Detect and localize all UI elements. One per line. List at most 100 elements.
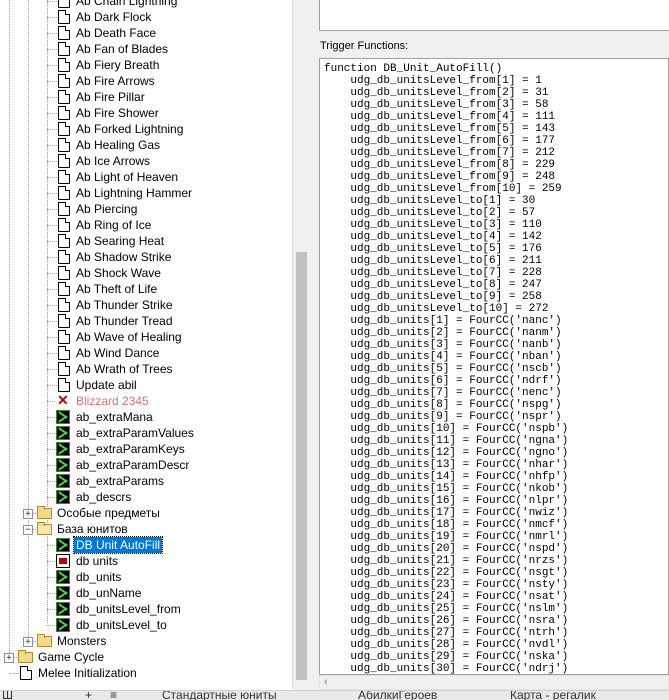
tree-item[interactable]: Ab Death Face: [0, 25, 292, 41]
code-line: udg_db_units[27] = FourCC('ntrh'): [324, 627, 569, 639]
script-variable-icon: [56, 490, 70, 504]
expand-icon[interactable]: +: [23, 637, 33, 647]
tree-item[interactable]: Ab Fire Pillar: [0, 89, 292, 105]
tree-item[interactable]: + Monsters: [0, 633, 292, 649]
tree-item-label: Ab Piercing: [76, 202, 138, 216]
tree-item[interactable]: Ab Searing Heat: [0, 233, 292, 249]
code-horizontal-scrollbar[interactable]: ‹: [319, 675, 669, 690]
code-line: udg_db_units[25] = FourCC('nslm'): [324, 603, 569, 615]
tree-item-label: Ab Light of Heaven: [76, 170, 179, 184]
code-line: udg_db_unitsLevel_to[5] = 176: [324, 243, 542, 255]
tree-item[interactable]: ab_extraParamKeys: [0, 441, 292, 457]
script-variable-icon: [56, 442, 70, 456]
trigger-tree-panel[interactable]: Ab Chain Lightning Ab Dark Flock Ab Death …: [0, 0, 309, 690]
page-shape: [58, 362, 70, 376]
tree-item-label: ab_extraMana: [76, 410, 153, 424]
tree-item-label: Ab Shadow Strike: [76, 250, 172, 264]
trigger-page-icon: [56, 298, 70, 312]
tree-item-label: ab_extraParamValues: [76, 426, 194, 440]
tree-item[interactable]: Ab Wave of Healing: [0, 329, 292, 345]
page-shape: [58, 154, 70, 168]
tree-item[interactable]: + Особые предметы: [0, 505, 292, 521]
tree-item[interactable]: Ab Wind Dance: [0, 345, 292, 361]
tree-item[interactable]: db units: [0, 553, 292, 569]
tree-item[interactable]: − База юнитов: [0, 521, 292, 537]
script-variable-icon: [56, 618, 70, 632]
trigger-page-icon: [56, 218, 70, 232]
tree-item[interactable]: ab_descrs: [0, 489, 292, 505]
editor-panel: Trigger Functions: function DB_Unit_Auto…: [312, 0, 669, 690]
trigger-page-icon: [56, 314, 70, 328]
page-shape: [58, 10, 70, 24]
tree-item-label: Ab Ring of Ice: [76, 218, 152, 232]
expand-icon[interactable]: +: [23, 509, 33, 519]
tree-item[interactable]: + Game Cycle: [0, 649, 292, 665]
tree-item[interactable]: Ab Fiery Breath: [0, 57, 292, 73]
tree-item[interactable]: Ab Thunder Tread: [0, 313, 292, 329]
folder-icon: [37, 506, 52, 519]
tree-item[interactable]: Ab Lightning Hammer: [0, 185, 292, 201]
code-editor[interactable]: function DB_Unit_AutoFill() udg_db_units…: [319, 58, 669, 675]
tree-item[interactable]: Ab Dark Flock: [0, 9, 292, 25]
tree-item[interactable]: Ab Ice Arrows: [0, 153, 292, 169]
collapse-icon[interactable]: −: [23, 525, 33, 535]
tree-vertical-scrollbar[interactable]: [292, 0, 309, 690]
code-text[interactable]: function DB_Unit_AutoFill() udg_db_units…: [324, 63, 569, 674]
page-shape: [58, 234, 70, 248]
tree-item[interactable]: ab_extraParamDescr: [0, 457, 292, 473]
tree-item[interactable]: Update abil: [0, 377, 292, 393]
disabled-trigger-icon: [56, 392, 70, 408]
tree-item[interactable]: db_unName: [0, 585, 292, 601]
expand-icon[interactable]: +: [4, 653, 14, 663]
tree-item[interactable]: Ab Fire Shower: [0, 105, 292, 121]
code-line: udg_db_unitsLevel_from[3] = 58: [324, 99, 549, 111]
page-shape: [58, 106, 70, 120]
tree-item[interactable]: ab_extraParams: [0, 473, 292, 489]
page-shape: [58, 58, 70, 72]
code-line: udg_db_units[15] = FourCC('nkob'): [324, 483, 569, 495]
script-variable-icon: [56, 426, 70, 440]
tree-item[interactable]: db_unitsLevel_to: [0, 617, 292, 633]
chevron-left-icon[interactable]: ‹: [324, 676, 328, 689]
tree-scrollbar-thumb[interactable]: [296, 252, 307, 680]
tree-item[interactable]: Blizzard 2345: [0, 392, 292, 409]
tree-item[interactable]: db_unitsLevel_from: [0, 601, 292, 617]
code-line: udg_db_units[22] = FourCC('nsgt'): [324, 567, 569, 579]
tree-item[interactable]: Ab Wrath of Trees: [0, 361, 292, 377]
tree-item[interactable]: Ab Forked Lightning: [0, 121, 292, 137]
tree-item[interactable]: Ab Shadow Strike: [0, 249, 292, 265]
script-variable-icon: [56, 458, 70, 472]
tree-item[interactable]: Ab Chain Lightning: [0, 0, 292, 9]
tree-item[interactable]: ab_extraParamValues: [0, 425, 292, 441]
code-line: udg_db_units[17] = FourCC('nwiz'): [324, 507, 569, 519]
tree-item[interactable]: Ab Fire Arrows: [0, 73, 292, 89]
code-line: udg_db_units[6] = FourCC('ndrf'): [324, 375, 562, 387]
code-line: udg_db_units[20] = FourCC('nspd'): [324, 543, 569, 555]
tree-item[interactable]: Ab Healing Gas: [0, 137, 292, 153]
tree-item-label: Ab Chain Lightning: [76, 0, 178, 8]
tree-item-label: ab_extraParams: [76, 474, 165, 488]
tree-item[interactable]: Ab Shock Wave: [0, 265, 292, 281]
tree-item[interactable]: Ab Ring of Ice: [0, 217, 292, 233]
tree-item[interactable]: Ab Thunder Strike: [0, 297, 292, 313]
tree-item[interactable]: Ab Light of Heaven: [0, 169, 292, 185]
tree-item-label: db_unitsLevel_to: [76, 618, 167, 632]
code-line: udg_db_unitsLevel_to[3] = 110: [324, 219, 542, 231]
code-line: function DB_Unit_AutoFill(): [324, 63, 503, 75]
tree-item-label: Ab Fire Arrows: [76, 74, 155, 88]
tree-item[interactable]: ab_extraMana: [0, 409, 292, 425]
trigger-page-icon: [56, 10, 70, 24]
page-shape: [58, 378, 70, 392]
tree-item-label: Ab Thunder Tread: [76, 314, 173, 328]
tree-item-label: Ab Shock Wave: [76, 266, 161, 280]
trigger-page-icon: [56, 202, 70, 216]
tree-item[interactable]: Ab Fan of Blades: [0, 41, 292, 57]
tree-item[interactable]: Melee Initialization: [0, 665, 292, 681]
tree-item[interactable]: DB Unit AutoFill: [0, 536, 292, 554]
tree-item-label: db_unitsLevel_from: [76, 602, 181, 616]
trigger-comment-box[interactable]: [319, 0, 669, 31]
tree-item[interactable]: Ab Piercing: [0, 201, 292, 217]
page-shape: [58, 218, 70, 232]
tree-item[interactable]: db_units: [0, 569, 292, 585]
tree-item[interactable]: Ab Theft of Life: [0, 281, 292, 297]
